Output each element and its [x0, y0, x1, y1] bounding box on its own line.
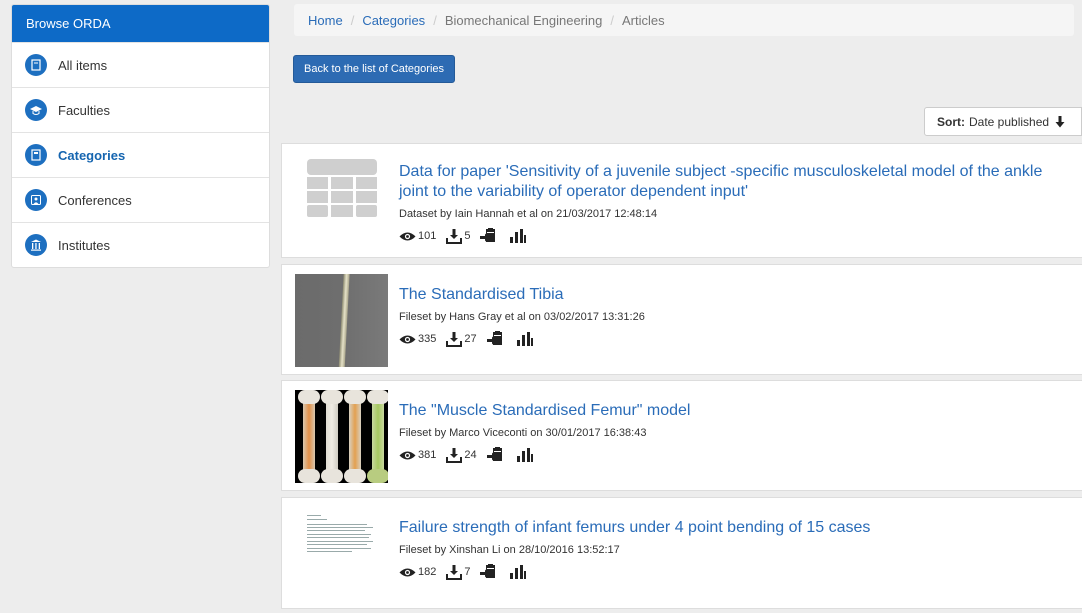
result-card: Failure strength of infant femurs under … — [281, 497, 1082, 609]
result-title-link[interactable]: The "Muscle Standardised Femur" model — [399, 402, 690, 419]
breadcrumb-separator: / — [350, 12, 355, 28]
eye-icon — [399, 451, 416, 459]
downloads-stat: 5 — [446, 228, 471, 244]
breadcrumb-category: Biomechanical Engineering — [444, 12, 603, 28]
sidebar-header: Browse ORDA — [12, 5, 269, 42]
result-meta: Fileset by Hans Gray et al on 03/02/2017… — [399, 311, 645, 323]
sort-label: Sort: — [937, 114, 965, 129]
cite-button[interactable] — [480, 564, 500, 580]
result-stats: 182 7 — [399, 564, 1074, 580]
views-count: 101 — [418, 230, 437, 242]
sidebar-item-label: Conferences — [58, 192, 132, 208]
breadcrumb-separator: / — [433, 12, 437, 28]
eye-icon — [399, 232, 416, 240]
sidebar-item-label: Categories — [58, 147, 126, 163]
cite-button[interactable] — [486, 447, 507, 463]
statistics-button[interactable] — [516, 448, 535, 462]
sidebar-item-faculties[interactable]: Faculties — [12, 87, 269, 132]
statistics-button[interactable] — [510, 229, 528, 243]
result-title-link[interactable]: Failure strength of infant femurs under … — [399, 519, 870, 536]
femur-image[interactable] — [295, 390, 388, 483]
views-stat: 182 — [399, 566, 436, 578]
graduation-cap-icon — [25, 99, 47, 121]
sidebar-item-conferences[interactable]: Conferences — [12, 177, 269, 222]
result-meta: Dataset by Iain Hannah et al on 21/03/20… — [399, 208, 658, 220]
downloads-count: 27 — [464, 333, 477, 345]
clipboard-icon — [486, 331, 502, 345]
downloads-count: 7 — [464, 566, 471, 578]
document-icon — [25, 54, 47, 76]
result-meta: Fileset by Xinshan Li on 28/10/2016 13:5… — [399, 544, 620, 556]
downloads-count: 5 — [464, 230, 471, 242]
document-preview[interactable] — [295, 507, 388, 600]
downloads-stat: 27 — [446, 331, 477, 347]
presentation-icon — [25, 189, 47, 211]
browse-sidebar: Browse ORDA All items Faculties Categori… — [11, 4, 270, 268]
views-count: 381 — [418, 449, 437, 461]
cite-button[interactable] — [486, 331, 507, 347]
breadcrumb-current: Articles — [621, 12, 665, 28]
breadcrumb-separator: / — [610, 12, 614, 28]
result-card: Data for paper 'Sensitivity of a juvenil… — [281, 143, 1082, 258]
statistics-button[interactable] — [516, 332, 535, 346]
clipboard-icon — [480, 228, 496, 242]
table-icon[interactable] — [295, 158, 388, 220]
eye-icon — [399, 335, 416, 343]
views-count: 182 — [418, 566, 437, 578]
download-icon — [446, 228, 463, 244]
sidebar-item-institutes[interactable]: Institutes — [12, 222, 269, 267]
views-stat: 335 — [399, 333, 436, 345]
bar-chart-icon — [516, 332, 533, 346]
bar-chart-icon — [510, 565, 527, 579]
tibia-image[interactable] — [295, 274, 388, 367]
sort-value: Date published — [969, 114, 1050, 129]
sidebar-item-categories[interactable]: Categories — [12, 132, 269, 177]
sort-dropdown[interactable]: Sort: Date published — [924, 107, 1082, 136]
result-stats: 381 24 — [399, 447, 1074, 463]
statistics-button[interactable] — [510, 565, 528, 579]
clipboard-icon — [480, 564, 496, 578]
breadcrumb-categories-link[interactable]: Categories — [362, 13, 425, 28]
download-icon — [446, 447, 463, 463]
cite-button[interactable] — [480, 228, 500, 244]
bar-chart-icon — [510, 229, 527, 243]
result-stats: 101 5 — [399, 228, 1074, 244]
breadcrumb: Home / Categories / Biomechanical Engine… — [294, 4, 1074, 36]
result-stats: 335 27 — [399, 331, 1074, 347]
sidebar-item-label: All items — [58, 57, 108, 73]
folder-icon — [25, 144, 47, 166]
views-stat: 381 — [399, 449, 436, 461]
arrow-down-icon — [1055, 115, 1065, 127]
download-icon — [446, 564, 463, 580]
breadcrumb-home-link[interactable]: Home — [308, 13, 343, 28]
views-count: 335 — [418, 333, 437, 345]
sidebar-item-label: Faculties — [58, 102, 111, 118]
building-icon — [25, 234, 47, 256]
back-to-categories-button[interactable]: Back to the list of Categories — [293, 55, 456, 83]
eye-icon — [399, 568, 416, 576]
download-icon — [446, 331, 463, 347]
result-meta: Fileset by Marco Viceconti on 30/01/2017… — [399, 427, 647, 439]
downloads-stat: 24 — [446, 447, 477, 463]
downloads-count: 24 — [464, 449, 477, 461]
result-card: The "Muscle Standardised Femur" model Fi… — [281, 380, 1082, 491]
result-card: The Standardised Tibia Fileset by Hans G… — [281, 264, 1082, 375]
result-title-link[interactable]: The Standardised Tibia — [399, 286, 564, 303]
result-title-link[interactable]: Data for paper 'Sensitivity of a juvenil… — [399, 163, 1042, 200]
views-stat: 101 — [399, 230, 436, 242]
sidebar-item-all-items[interactable]: All items — [12, 42, 269, 87]
bar-chart-icon — [516, 448, 533, 462]
downloads-stat: 7 — [446, 564, 471, 580]
sidebar-item-label: Institutes — [58, 237, 111, 253]
clipboard-icon — [486, 447, 502, 461]
